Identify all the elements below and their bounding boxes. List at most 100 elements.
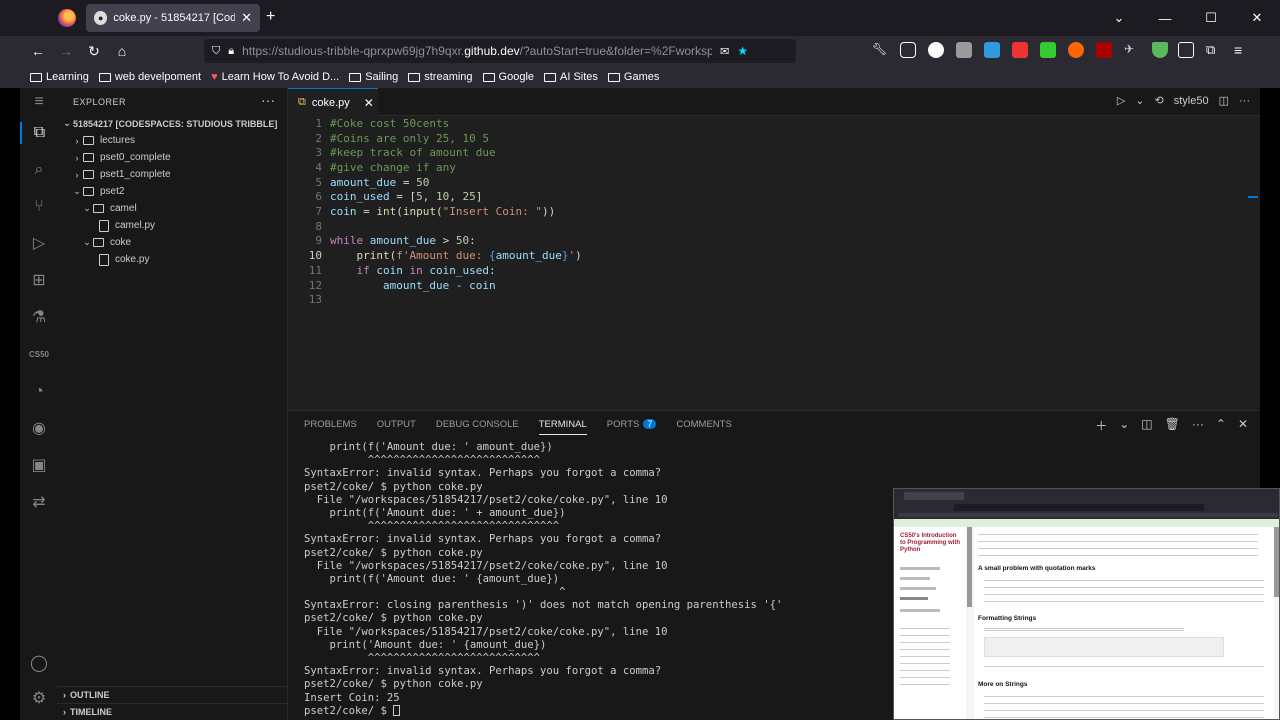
tree-item-pset2[interactable]: ⌄ pset2: [57, 183, 124, 200]
tree-item-coke-py[interactable]: coke.py: [57, 251, 149, 268]
cs50-icon[interactable]: CS50: [28, 344, 50, 366]
folder-icon: [83, 170, 94, 179]
editor-tab-coke-py[interactable]: ⧉ coke.py ✕: [288, 88, 378, 116]
pocket-icon[interactable]: [900, 42, 916, 58]
tab-list-icon[interactable]: ⌄: [1096, 10, 1142, 26]
more-actions-icon[interactable]: ···: [1239, 95, 1250, 107]
bookmark-streaming[interactable]: streaming: [408, 71, 473, 83]
shield-icon[interactable]: ⛉: [212, 45, 220, 58]
close-tab-icon[interactable]: ✕: [241, 10, 252, 26]
settings-gear-icon[interactable]: ⚙: [28, 688, 50, 710]
bookmark-learning[interactable]: Learning: [30, 71, 89, 83]
account-icon[interactable]: ◯: [28, 653, 50, 675]
extension-shield-icon[interactable]: [956, 42, 972, 58]
new-tab-button[interactable]: +: [266, 8, 275, 26]
close-panel-icon[interactable]: ✕: [1238, 417, 1248, 434]
more-actions-icon[interactable]: ···: [261, 92, 275, 108]
code-line: 6 coin_used = [5, 10, 25]: [315, 190, 483, 204]
split-terminal-icon[interactable]: ◫: [1141, 417, 1152, 434]
source-control-icon[interactable]: ⑂: [28, 196, 50, 218]
maximize-icon[interactable]: ☐: [1188, 10, 1234, 26]
tab-output[interactable]: OUTPUT: [377, 419, 416, 435]
url-text[interactable]: https://studious-tribble-qprxpw69jg7h9qx…: [242, 44, 712, 58]
close-window-icon[interactable]: ✕: [1234, 10, 1280, 26]
code-line: 2 #Coins are only 25, 10 5: [315, 131, 489, 145]
reader-icon[interactable]: ✉: [720, 45, 729, 58]
youtube-icon[interactable]: [1012, 42, 1028, 58]
extensions-icon[interactable]: ⊞: [28, 270, 50, 292]
tab-comments[interactable]: COMMENTS: [676, 419, 731, 435]
pip-nav-list: [900, 625, 950, 685]
close-icon[interactable]: ✕: [364, 96, 374, 110]
maximize-panel-icon[interactable]: ⌃: [1216, 417, 1226, 434]
docker-icon[interactable]: ▣: [28, 455, 50, 477]
privacy-shield-icon[interactable]: [1152, 42, 1168, 58]
tree-item-lectures[interactable]: › lectures: [57, 132, 136, 149]
tab-terminal[interactable]: TERMINAL: [538, 419, 587, 435]
timeline-section[interactable]: › TIMELINE: [57, 703, 288, 720]
bookmark-star-icon[interactable]: ★: [737, 44, 748, 58]
ducky-icon[interactable]: ◔: [28, 381, 50, 403]
container-icon[interactable]: [1178, 42, 1194, 58]
style50-button[interactable]: style50: [1174, 95, 1209, 107]
extensions-icon[interactable]: ⧉: [1206, 42, 1222, 58]
bookmark-learn-how-to-avoid[interactable]: ♥ Learn How To Avoid D...: [211, 71, 339, 83]
extension-green-icon[interactable]: [1040, 42, 1056, 58]
brave-icon[interactable]: [1068, 42, 1084, 58]
extension-badge-icon[interactable]: [984, 42, 1000, 58]
search-icon[interactable]: ⌕: [28, 159, 50, 181]
explorer-icon[interactable]: ⧉: [20, 122, 57, 144]
testing-icon[interactable]: ⚗: [28, 307, 50, 329]
bookmark-ai-sites[interactable]: AI Sites: [544, 71, 598, 83]
pip-text-block: [984, 577, 1264, 607]
forward-icon[interactable]: →: [56, 41, 76, 61]
more-actions-icon[interactable]: ···: [1192, 417, 1204, 434]
url-bar[interactable]: ⛉ 🔒︎ https://studious-tribble-qprxpw69jg…: [204, 39, 796, 63]
bookmark-games[interactable]: Games: [607, 71, 659, 83]
split-editor-icon[interactable]: ◫: [1219, 94, 1229, 107]
menu-icon[interactable]: ≡: [1234, 42, 1250, 58]
code-editor[interactable]: 1 #Coke cost 50cents 2 #Coins are only 25,…: [288, 116, 1260, 410]
chevron-down-icon[interactable]: ⌄: [1119, 417, 1129, 434]
terminal-line: print(f('Amount due: ' + amount_due}): [304, 506, 566, 519]
bookmark-sailing[interactable]: Sailing: [349, 71, 398, 83]
firefox-icon[interactable]: [58, 9, 76, 27]
tab-ports[interactable]: PORTS 7: [607, 419, 657, 435]
navigation-bar: ← → ↻ ⌂ ⛉ 🔒︎ https://studious-tribble-qp…: [0, 36, 1280, 66]
workspace-root[interactable]: ⌄ 51854217 [CODESPACES: STUDIOUS TRIBBLE]: [57, 115, 277, 132]
lock-icon[interactable]: 🔒︎: [228, 45, 234, 58]
account-icon[interactable]: [928, 42, 944, 58]
tab-debug-console[interactable]: DEBUG CONSOLE: [436, 419, 519, 435]
github-icon[interactable]: ◉: [28, 418, 50, 440]
bookmark-web-development[interactable]: web develpoment: [98, 71, 201, 83]
tree-item-camel[interactable]: ⌄ camel: [57, 200, 136, 217]
new-terminal-icon[interactable]: ＋: [1095, 417, 1107, 434]
folder-icon: [30, 72, 42, 82]
run-debug-icon[interactable]: ▷: [28, 233, 50, 255]
extension-puzzle-alt-icon[interactable]: ✈: [1124, 42, 1140, 58]
tree-item-camel-py[interactable]: camel.py: [57, 217, 155, 234]
tree-item-pset0[interactable]: › pset0_complete: [57, 149, 171, 166]
trash-icon[interactable]: 🗑︎: [1165, 417, 1180, 434]
browser-tab[interactable]: ● coke.py - 51854217 [Codespaces: studio…: [86, 4, 260, 32]
terminal-output[interactable]: print(f('Amount due: ' amount_due}) ^^^^…: [304, 441, 904, 720]
tree-item-pset1[interactable]: › pset1_complete: [57, 166, 171, 183]
pip-overlay-window[interactable]: CS50's Introduction to Programming with …: [893, 488, 1280, 720]
back-icon[interactable]: ←: [28, 41, 48, 61]
reload-icon[interactable]: ↻: [84, 41, 104, 61]
menu-icon[interactable]: ≡: [28, 91, 50, 113]
minimize-icon[interactable]: —: [1142, 11, 1188, 26]
remote-explorer-icon[interactable]: ⇄: [28, 492, 50, 514]
pip-text-block: [984, 693, 1264, 719]
wrench-icon[interactable]: 🔧︎: [872, 42, 888, 58]
tab-problems[interactable]: PROBLEMS: [304, 419, 357, 435]
chevron-down-icon[interactable]: ⌄: [1135, 94, 1144, 107]
outline-section[interactable]: › OUTLINE: [57, 686, 288, 703]
pip-bookmarks: [898, 513, 1278, 517]
run-icon[interactable]: ▷: [1117, 94, 1125, 107]
home-icon[interactable]: ⌂: [112, 41, 132, 61]
tree-item-coke[interactable]: ⌄ coke: [57, 234, 131, 251]
ublock-icon[interactable]: [1096, 42, 1112, 58]
bookmark-google[interactable]: Google: [482, 71, 534, 83]
style-check-icon[interactable]: ⟲: [1155, 94, 1164, 107]
